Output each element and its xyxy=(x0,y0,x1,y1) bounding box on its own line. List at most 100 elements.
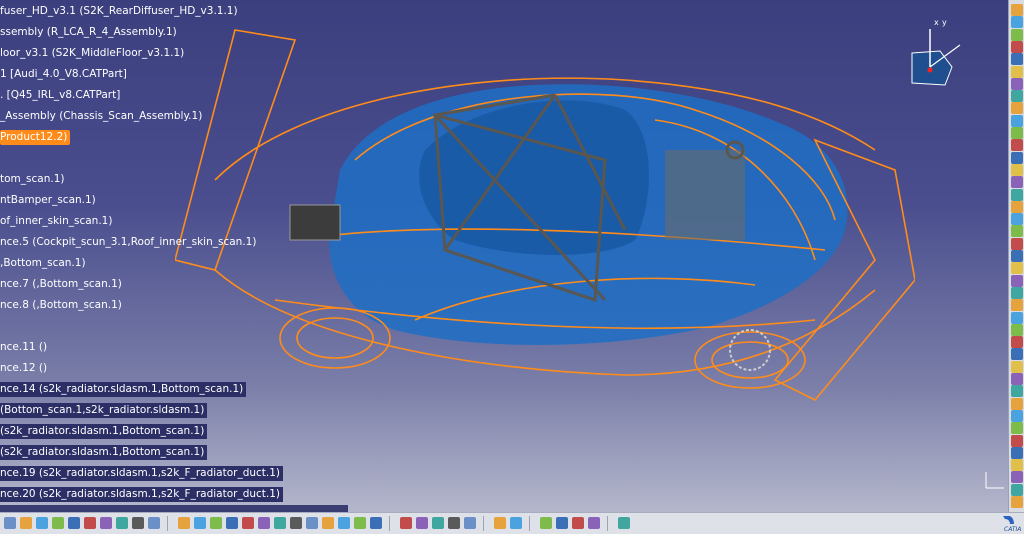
specification-tree[interactable]: fuser_HD_v3.1 (S2K_RearDiffuser_HD_v3.1.… xyxy=(0,0,360,512)
iso-view-icon[interactable] xyxy=(306,517,318,529)
copy-icon[interactable] xyxy=(84,517,96,529)
tree-node[interactable]: (s2k_radiator.sldasm.1,Bottom_scan.1) xyxy=(0,424,208,439)
replace-icon[interactable] xyxy=(1011,360,1023,373)
tree-node[interactable]: nce.7 (,Bottom_scan.1) xyxy=(0,277,122,292)
explode-icon[interactable] xyxy=(448,517,460,529)
tree-node[interactable]: fuser_HD_v3.1 (S2K_RearDiffuser_HD_v3.1.… xyxy=(0,4,238,19)
3d-viewport[interactable]: x y fuser_HD_v3.1 (S2K_RearDiffuser_HD_v… xyxy=(0,0,1008,512)
render-style-icon[interactable] xyxy=(400,517,412,529)
offset-icon[interactable] xyxy=(1011,286,1023,299)
fit-all-icon[interactable] xyxy=(194,517,206,529)
analysis-icon[interactable] xyxy=(510,517,522,529)
update-icon[interactable] xyxy=(416,517,428,529)
manipulation-icon[interactable] xyxy=(432,517,444,529)
hide-show-icon[interactable] xyxy=(338,517,350,529)
annotation-icon[interactable] xyxy=(1011,225,1023,238)
tree-node[interactable]: Product12.2) xyxy=(0,130,71,145)
snap-icon[interactable] xyxy=(1011,127,1023,139)
scene-icon[interactable] xyxy=(1011,200,1023,213)
open-icon[interactable] xyxy=(20,517,32,529)
weld-icon[interactable] xyxy=(1011,237,1023,250)
print-icon[interactable] xyxy=(52,517,64,529)
shading-icon[interactable] xyxy=(322,517,334,529)
analysis-icon[interactable] xyxy=(1011,77,1023,90)
tree-node[interactable]: ssembly (R_LCA_R_4_Assembly.1) xyxy=(0,25,177,40)
grid-icon[interactable] xyxy=(618,517,630,529)
sketch-icon[interactable] xyxy=(1011,16,1023,29)
material-icon[interactable] xyxy=(1011,409,1023,422)
tree-node[interactable]: ntBamper_scan.1) xyxy=(0,193,96,208)
paste-icon[interactable] xyxy=(100,517,112,529)
bom-icon[interactable] xyxy=(1011,151,1023,164)
tree-node[interactable]: _Assembly (Chassis_Scan_Assembly.1) xyxy=(0,109,202,124)
fix-icon[interactable] xyxy=(1011,299,1023,312)
tree-node[interactable]: nce.14 (s2k_radiator.sldasm.1,Bottom_sca… xyxy=(0,382,247,397)
undo-icon[interactable] xyxy=(116,517,128,529)
compass-icon[interactable]: x y xyxy=(900,15,980,90)
measure-icon[interactable] xyxy=(1011,65,1023,78)
contact-icon[interactable] xyxy=(1011,311,1023,324)
assembly-icon[interactable] xyxy=(1011,40,1023,53)
part-icon[interactable] xyxy=(1011,28,1023,41)
compass-icon[interactable] xyxy=(1011,373,1023,385)
hide-icon[interactable] xyxy=(1011,422,1023,435)
fly-icon[interactable] xyxy=(178,517,190,529)
pan-icon[interactable] xyxy=(1011,459,1023,472)
reuse-icon[interactable] xyxy=(1011,348,1023,361)
clash-icon[interactable] xyxy=(1011,102,1023,115)
rotate-icon[interactable] xyxy=(226,517,238,529)
scene-icon[interactable] xyxy=(572,517,584,529)
swap-space-icon[interactable] xyxy=(354,517,366,529)
zoom-out-icon[interactable] xyxy=(258,517,270,529)
light-icon[interactable] xyxy=(1011,397,1023,410)
cut-icon[interactable] xyxy=(68,517,80,529)
zoom-in-icon[interactable] xyxy=(242,517,254,529)
mirror-icon[interactable] xyxy=(1011,274,1023,287)
tree-node[interactable]: loor_v3.1 (S2K_MiddleFloor_v3.1.1) xyxy=(0,46,184,61)
tree-node[interactable]: (s2k_radiator.sldasm.1,Bottom_scan.1) xyxy=(0,445,208,460)
explode-icon[interactable] xyxy=(1011,114,1023,127)
lights-icon[interactable] xyxy=(588,517,600,529)
update-icon[interactable] xyxy=(1011,163,1023,176)
tree-node[interactable]: nce.19 (s2k_radiator.sldasm.1,s2k_F_radi… xyxy=(0,466,284,481)
whats-this-icon[interactable] xyxy=(148,517,160,529)
apply-material-icon[interactable] xyxy=(556,517,568,529)
dimension-icon[interactable] xyxy=(1011,496,1023,508)
tree-node[interactable]: of_inner_skin_scan.1) xyxy=(0,214,112,229)
tree-node[interactable]: . [Q45_IRL_v8.CATPart] xyxy=(0,88,120,103)
render-icon[interactable] xyxy=(1011,213,1023,226)
multi-view-icon[interactable] xyxy=(290,517,302,529)
hole-icon[interactable] xyxy=(1011,250,1023,262)
normal-view-icon[interactable] xyxy=(274,517,286,529)
constraint-icon[interactable] xyxy=(1011,53,1023,66)
manipulate-icon[interactable] xyxy=(1011,139,1023,152)
redo-icon[interactable] xyxy=(132,517,144,529)
coincidence-icon[interactable] xyxy=(1011,323,1023,336)
material-icon[interactable] xyxy=(540,517,552,529)
cursor-icon[interactable] xyxy=(1011,4,1023,16)
views-icon[interactable] xyxy=(1011,385,1023,398)
rotate-icon[interactable] xyxy=(1011,471,1023,484)
cube-icon[interactable] xyxy=(370,517,382,529)
tree-node[interactable]: nce.8 (,Bottom_scan.1) xyxy=(0,298,122,313)
publish-icon[interactable] xyxy=(1011,188,1023,201)
pattern-icon[interactable] xyxy=(1011,262,1023,275)
tree-node[interactable]: 1 [Audi_4.0_V8.CATPart] xyxy=(0,67,127,82)
swap-icon[interactable] xyxy=(1011,434,1023,447)
tree-node[interactable]: nce.12 () xyxy=(0,361,47,376)
pan-icon[interactable] xyxy=(210,517,222,529)
tree-node[interactable]: nce.20 (s2k_radiator.sldasm.1,s2k_F_radi… xyxy=(0,487,284,502)
save-icon[interactable] xyxy=(36,517,48,529)
catalog-icon[interactable] xyxy=(1011,176,1023,189)
tree-node[interactable]: tom_scan.1) xyxy=(0,172,64,187)
snap-icon[interactable] xyxy=(464,517,476,529)
zoom-icon[interactable] xyxy=(1011,483,1023,496)
angle-icon[interactable] xyxy=(1011,336,1023,349)
tree-node[interactable]: (Bottom_scan.1,s2k_radiator.sldasm.1) xyxy=(0,403,208,418)
measure-icon[interactable] xyxy=(494,517,506,529)
fit-icon[interactable] xyxy=(1011,446,1023,459)
new-icon[interactable] xyxy=(4,517,16,529)
section-icon[interactable] xyxy=(1011,90,1023,103)
tree-node[interactable]: ,Bottom_scan.1) xyxy=(0,256,86,271)
tree-node[interactable]: nce.11 () xyxy=(0,340,47,355)
